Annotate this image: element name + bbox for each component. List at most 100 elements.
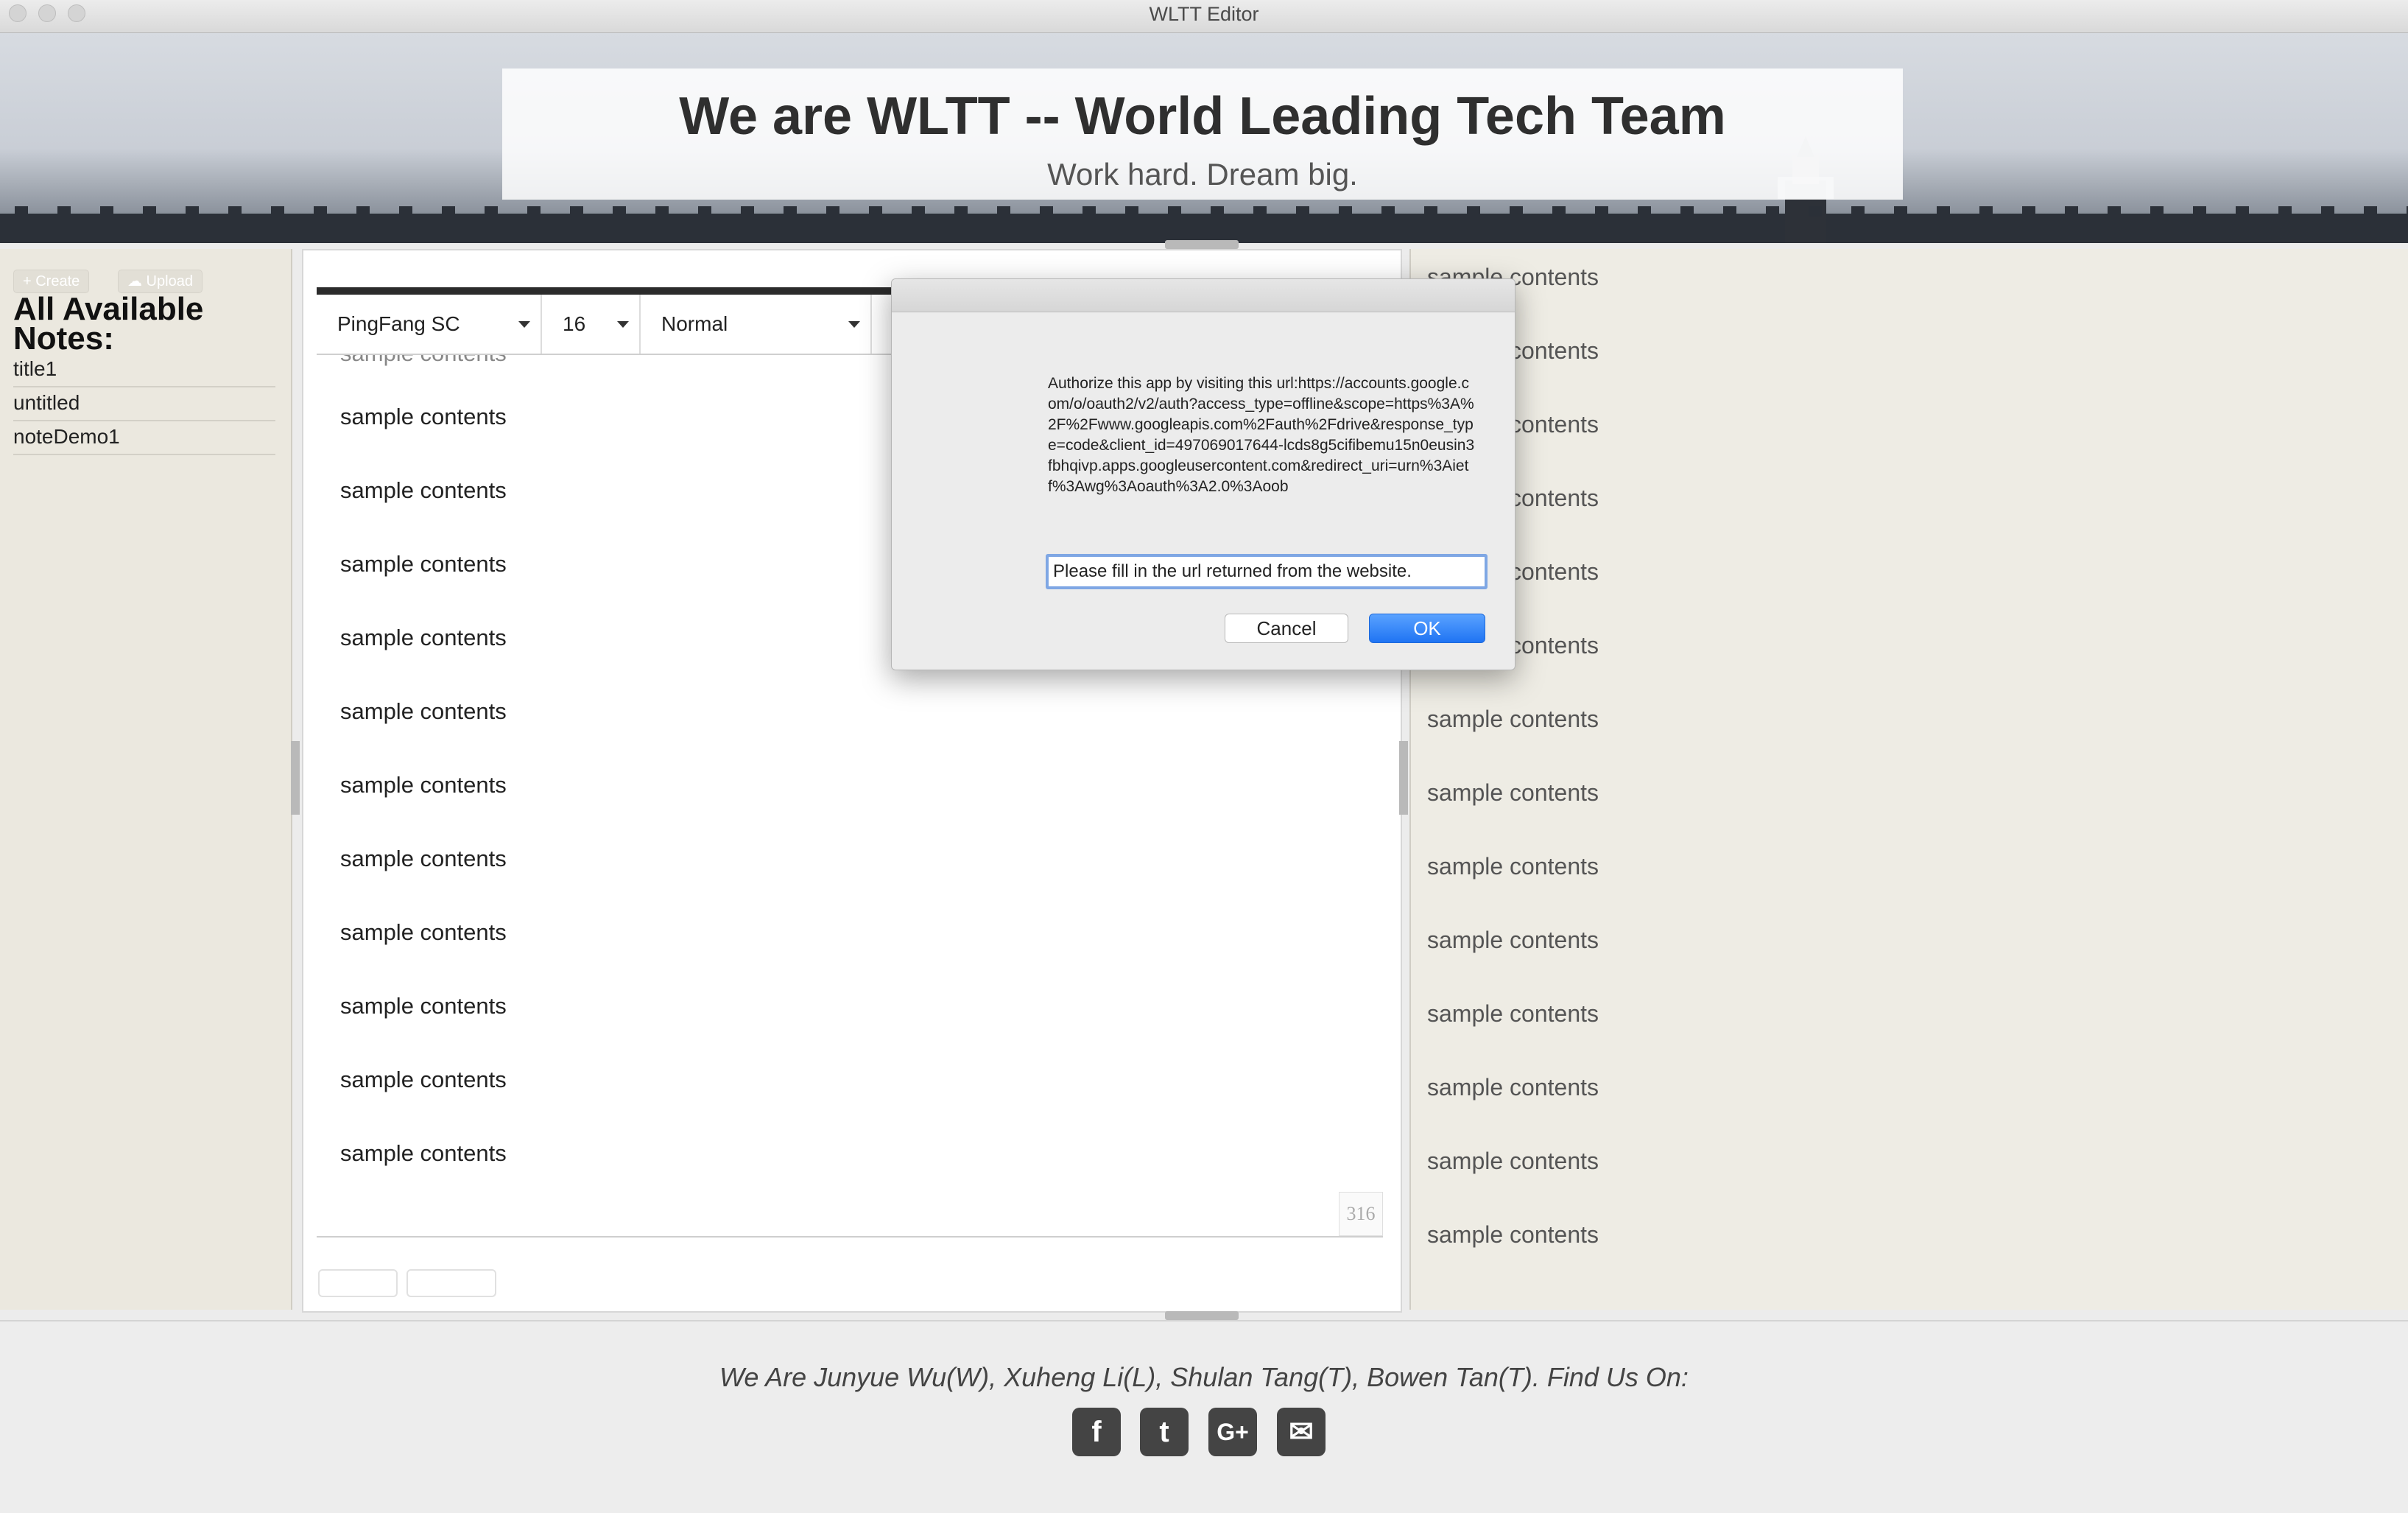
font-family-select[interactable]: PingFang SC [317,295,542,354]
roof-ornament [1680,206,1694,217]
roof-ornament [2236,206,2249,217]
roof-ornament [399,206,412,217]
roof-ornament [1979,206,1993,217]
facebook-icon[interactable]: f [1072,1408,1121,1456]
header-banner: We are WLTT -- World Leading Tech Team W… [0,33,2408,243]
roof-ornament [2278,206,2292,217]
hero-box: We are WLTT -- World Leading Tech Team W… [502,69,1903,200]
auth-url-input[interactable] [1046,554,1488,589]
dialog-titlebar[interactable] [892,279,1515,312]
editor-action-button[interactable] [406,1269,496,1297]
editor-line: sample contents [340,993,507,1019]
font-size-select[interactable]: 16 [541,295,641,354]
banner-rooftop [0,214,2408,243]
roof-ornament [2321,206,2334,217]
bottom-splitter-handle[interactable] [1165,1311,1239,1320]
roof-ornament [1766,206,1779,217]
note-item[interactable]: title1 [13,354,275,387]
font-family-value: PingFang SC [337,312,460,335]
roof-ornament [442,206,455,217]
roof-ornament [2108,206,2121,217]
preview-line: sample contents [1427,927,1599,953]
roof-ornament [356,206,370,217]
roof-ornament [228,206,242,217]
roof-ornament [1424,206,1437,217]
roof-ornament [741,206,754,217]
create-note-button[interactable]: + Create [13,270,90,293]
editor-action-button[interactable] [318,1269,398,1297]
roof-ornament [1809,206,1822,217]
preview-line: sample contents [1427,1148,1599,1174]
notes-heading: All Available Notes: [13,291,204,357]
editor-line: sample contents [340,404,507,429]
roof-ornament [997,206,1010,217]
editor-line: sample contents [340,551,507,577]
roof-ornament [2150,206,2164,217]
chevron-down-icon [518,321,530,328]
twitter-icon[interactable]: t [1140,1408,1189,1456]
email-icon[interactable]: ✉ [1277,1408,1326,1456]
roof-ornament [826,206,839,217]
sidebar-resize-handle[interactable] [291,741,300,815]
cancel-button[interactable]: Cancel [1225,614,1348,643]
roof-ornament [1552,206,1566,217]
roof-ornament [314,206,327,217]
roof-ornament [1381,206,1395,217]
roof-ornament [655,206,669,217]
dialog-message: Authorize this app by visiting this url:… [1048,375,1475,495]
roof-ornament [698,206,711,217]
character-counter: 316 [1339,1192,1383,1236]
upload-button[interactable]: ☁ Upload [118,270,203,293]
editor-line: sample contents [340,477,507,503]
ok-button[interactable]: OK [1369,614,1485,643]
google-plus-icon[interactable]: G+ [1208,1408,1257,1456]
preview-line: sample contents [1427,1074,1599,1100]
roof-ornament [1040,206,1053,217]
roof-ornament [1168,206,1181,217]
roof-ornament [1211,206,1224,217]
editor-line: sample contents [340,1140,507,1166]
roof-ornament [15,206,28,217]
roof-ornament [2022,206,2035,217]
roof-ornament [1851,206,1865,217]
editor-line: sample contents [340,1067,507,1092]
roof-ornament [1125,206,1138,217]
roof-ornament [1467,206,1480,217]
roof-ornament [954,206,968,217]
note-item[interactable]: noteDemo1 [13,421,275,455]
block-style-select[interactable]: Normal [639,295,872,354]
notes-sidebar: + Create ☁ Upload All Available Notes: t… [0,249,292,1310]
roof-ornament [2065,206,2078,217]
roof-ornament [2364,206,2377,217]
preview-line: sample contents [1427,779,1599,806]
roof-ornament [1723,206,1736,217]
roof-ornament [613,206,626,217]
roof-ornament [271,206,284,217]
note-item[interactable]: untitled [13,387,275,421]
footer: We Are Junyue Wu(W), Xuheng Li(L), Shula… [0,1320,2408,1513]
top-splitter-handle[interactable] [1165,240,1239,249]
roof-ornament [869,206,882,217]
editor-line: sample contents [340,772,507,798]
footer-credits: We Are Junyue Wu(W), Xuheng Li(L), Shula… [719,1362,1689,1392]
block-style-value: Normal [661,312,728,335]
preview-line: sample contents [1427,1000,1599,1027]
preview-line: sample contents [1427,853,1599,880]
editor-line: sample contents [340,625,507,650]
preview-line: sample contents [1427,1221,1599,1248]
chevron-down-icon [617,321,629,328]
editor-resize-handle[interactable] [1399,741,1408,815]
roof-ornament [570,206,583,217]
roof-ornament [1638,206,1651,217]
roof-ornament [186,206,199,217]
roof-ornament [1253,206,1267,217]
roof-ornament [1510,206,1523,217]
hero-subtitle: Work hard. Dream big. [1047,157,1358,192]
preview-panel: sample contents sample contents sample c… [1409,249,2408,1310]
roof-ornament [527,206,541,217]
preview-line: sample contents [1427,706,1599,732]
roof-ornament [1937,206,1950,217]
editor-line: sample contents [340,919,507,945]
window-title: WLTT Editor [1149,3,1259,25]
chevron-down-icon [848,321,860,328]
